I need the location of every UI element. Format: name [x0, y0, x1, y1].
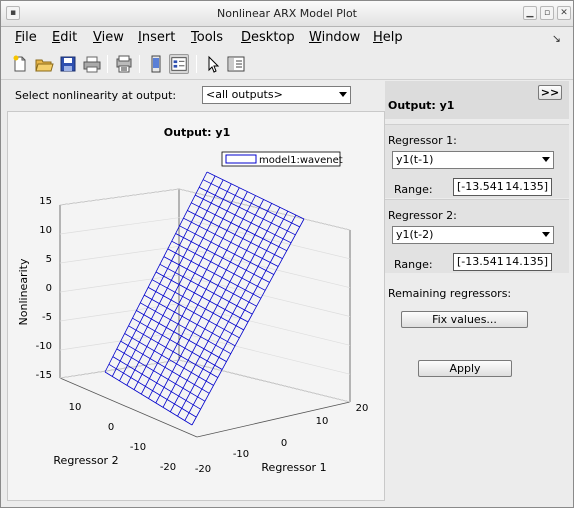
plot-panel[interactable]: Output: y1 model1:wavenet 15 10 5 0 -5 -… [7, 111, 385, 501]
axes-box [59, 188, 351, 438]
z-axis-label: Nonlinearity [17, 258, 30, 325]
toolbar-separator [196, 55, 197, 73]
output-selector-row: Select nonlinearity at output: <all outp… [7, 83, 383, 107]
plot-browser-icon[interactable] [226, 54, 246, 74]
regressor1-group: Regressor 1: y1(t-1) Range: [-13.541 14.… [385, 124, 569, 198]
menu-view[interactable]: View [93, 30, 124, 45]
open-folder-icon[interactable] [34, 54, 54, 74]
print-preview-icon[interactable] [114, 54, 134, 74]
regressor-side-panel: >> Output: y1 Regressor 1: y1(t-1) Range… [385, 81, 569, 501]
toolbar-separator [107, 55, 108, 73]
x-tick-label: 0 [281, 438, 287, 449]
output-selector-label: Select nonlinearity at output: [15, 89, 177, 102]
legend-swatch [225, 154, 257, 164]
y-axis-label: Regressor 2 [53, 454, 118, 467]
z-tick-label: -10 [36, 341, 52, 352]
menu-help[interactable]: Help [373, 30, 403, 45]
property-editor-button[interactable] [169, 54, 189, 74]
minimize-icon[interactable]: ▁ [523, 6, 537, 20]
regressor1-range-input[interactable]: [-13.541 14.135] [453, 178, 552, 196]
y-tick-label: -10 [130, 442, 146, 453]
output-select-value: <all outputs> [206, 88, 283, 101]
surface-mesh [104, 171, 305, 426]
x-tick-label: -10 [233, 449, 249, 460]
menu-bar: File Edit View Insert Tools Desktop Wind… [1, 27, 573, 49]
regressor1-range-label: Range: [394, 183, 433, 196]
regressor2-range-label: Range: [394, 258, 433, 271]
grid-line [59, 217, 180, 235]
regressor2-range-input[interactable]: [-13.541 14.135] [453, 253, 552, 271]
side-panel-title: Output: y1 [388, 99, 455, 112]
z-tick-label: 0 [46, 283, 52, 294]
menu-insert[interactable]: Insert [138, 30, 175, 45]
collapse-panel-button[interactable]: >> [538, 85, 562, 100]
y-tick-label: -20 [160, 462, 176, 473]
y-tick-label: 10 [69, 402, 82, 413]
fix-values-button[interactable]: Fix values... [401, 311, 528, 328]
regressor1-range-high: 14.135] [505, 180, 548, 193]
regressor2-group: Regressor 2: y1(t-2) Range: [-13.541 14.… [385, 199, 569, 273]
plot-title: Output: y1 [164, 126, 230, 139]
title-bar[interactable]: ▪ Nonlinear ARX Model Plot ▁ ▫ ✕ [1, 1, 573, 27]
y-tick-label: 0 [108, 422, 114, 433]
legend-label: model1:wavenet [259, 155, 343, 166]
side-panel-header: >> Output: y1 [385, 81, 569, 119]
grid-line [59, 188, 180, 206]
z-tick-label: 10 [39, 225, 52, 236]
chevron-down-icon [542, 232, 550, 237]
menu-edit[interactable]: Edit [52, 30, 77, 45]
new-file-icon[interactable] [10, 54, 30, 74]
grid-line [59, 274, 180, 293]
z-tick-label: -5 [42, 312, 52, 323]
regressor1-range-low: [-13.541 [457, 180, 504, 193]
figure-window: ▪ Nonlinear ARX Model Plot ▁ ▫ ✕ File Ed… [0, 0, 574, 508]
x-tick-label: 20 [356, 403, 369, 414]
window-title: Nonlinear ARX Model Plot [217, 7, 357, 20]
menu-file[interactable]: File [15, 30, 37, 45]
chevron-down-icon [339, 92, 347, 97]
output-select[interactable]: <all outputs> [202, 86, 351, 104]
regressor1-select[interactable]: y1(t-1) [392, 151, 554, 169]
maximize-icon[interactable]: ▫ [540, 6, 554, 20]
regressor2-range-low: [-13.541 [457, 255, 504, 268]
mesh-line [177, 211, 289, 417]
x-tick-label: 10 [316, 416, 329, 427]
menu-tools[interactable]: Tools [191, 30, 223, 45]
toolbar [1, 49, 573, 80]
x-tick-label: -20 [195, 464, 211, 475]
toolbar-separator [139, 55, 140, 73]
nonlinearity-surface-plot[interactable]: Output: y1 model1:wavenet 15 10 5 0 -5 -… [8, 112, 386, 502]
chevron-down-icon [542, 157, 550, 162]
regressor2-select-value: y1(t-2) [396, 228, 434, 241]
z-tick-label: 15 [39, 196, 52, 207]
save-icon[interactable] [58, 54, 78, 74]
undock-arrow-icon[interactable]: ↘ [552, 32, 561, 45]
regressor2-range-high: 14.135] [505, 255, 548, 268]
menu-window[interactable]: Window [309, 30, 360, 45]
dock-figure-icon[interactable] [146, 54, 166, 74]
legend[interactable]: model1:wavenet [221, 151, 343, 167]
pointer-icon[interactable] [203, 54, 223, 74]
apply-button[interactable]: Apply [418, 360, 512, 377]
z-tick-label: 5 [46, 254, 52, 265]
regressor2-label: Regressor 2: [388, 209, 457, 222]
z-tick-labels: 15 10 5 0 -5 -10 -15 [36, 196, 52, 381]
regressor1-label: Regressor 1: [388, 134, 457, 147]
grid-line [59, 245, 180, 264]
remaining-regressors-label: Remaining regressors: [388, 287, 512, 300]
print-icon[interactable] [82, 54, 102, 74]
property-editor-icon [171, 57, 187, 71]
x-axis-label: Regressor 1 [261, 461, 326, 474]
mesh-line [184, 214, 297, 421]
regressor1-select-value: y1(t-1) [396, 153, 434, 166]
close-icon[interactable]: ✕ [557, 6, 571, 20]
menu-desktop[interactable]: Desktop [241, 30, 295, 45]
z-tick-label: -15 [36, 370, 52, 381]
regressor2-select[interactable]: y1(t-2) [392, 226, 554, 244]
